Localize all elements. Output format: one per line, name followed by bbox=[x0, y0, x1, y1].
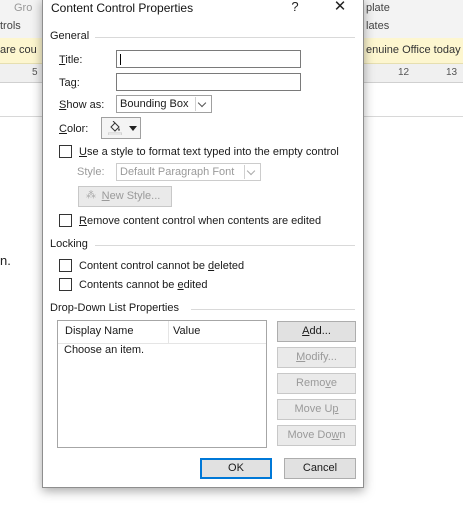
tag-input[interactable] bbox=[116, 73, 301, 91]
cannot-edit-checkbox[interactable] bbox=[59, 278, 72, 291]
style-label: Style: bbox=[77, 166, 105, 178]
use-style-label[interactable]: Use a style to format text typed into th… bbox=[79, 146, 339, 158]
move-up-accel: p bbox=[332, 403, 339, 415]
ribbon-fragment-right-top: plate bbox=[366, 2, 390, 14]
new-style-icon: ⁂ bbox=[86, 190, 96, 201]
use-style-checkbox[interactable] bbox=[59, 145, 72, 158]
cannot-delete-checkbox[interactable] bbox=[59, 259, 72, 272]
ruler-mark-left: 5 bbox=[32, 67, 38, 78]
dropdown-items-list[interactable]: Display Name Value Choose an item. bbox=[57, 320, 267, 448]
tag-label-first: Ta bbox=[59, 77, 71, 89]
chevron-down-icon bbox=[244, 165, 259, 179]
cannot-edit-label-b: dited bbox=[183, 279, 208, 291]
cannot-edit-label[interactable]: Contents cannot be edited bbox=[79, 279, 207, 291]
ruler-mark-right-a: 12 bbox=[398, 67, 410, 78]
paint-bucket-icon bbox=[108, 121, 122, 135]
locking-group-label: Locking bbox=[50, 238, 88, 250]
title-label-rest: itle: bbox=[65, 54, 83, 66]
cancel-button[interactable]: Cancel bbox=[284, 458, 356, 479]
close-button[interactable]: ✕ bbox=[328, 0, 352, 15]
dialog-titlebar[interactable]: Content Control Properties ? ✕ bbox=[43, 0, 363, 17]
move-down-a: Move Do bbox=[287, 429, 332, 441]
style-value: Default Paragraph Font bbox=[120, 166, 235, 178]
modify-accel: M bbox=[296, 351, 306, 363]
remove-when-edited-accel: R bbox=[79, 215, 87, 227]
show-as-dropdown[interactable]: Bounding Box bbox=[116, 95, 212, 113]
remove-when-edited-rest: emove content control when contents are … bbox=[86, 215, 322, 227]
move-up-a: Move U bbox=[294, 403, 333, 415]
document-text-fragment: n. bbox=[0, 253, 11, 268]
help-button[interactable]: ? bbox=[285, 0, 305, 15]
color-label: Color: bbox=[59, 123, 88, 135]
info-bar-right-text: enuine Office today bbox=[366, 44, 461, 56]
title-label: Title: bbox=[59, 54, 82, 66]
content-control-properties-dialog: Content Control Properties ? ✕ General T… bbox=[42, 0, 364, 488]
column-separator[interactable] bbox=[168, 321, 169, 343]
modify-button[interactable]: Modify... bbox=[277, 347, 356, 368]
dropdown-group-divider bbox=[191, 309, 355, 310]
style-dropdown[interactable]: Default Paragraph Font bbox=[116, 163, 261, 181]
color-label-accel: C bbox=[59, 123, 67, 135]
remove-a: Remo bbox=[296, 377, 326, 389]
new-style-label-rest: ew Style... bbox=[109, 190, 161, 202]
new-style-label-accel: N bbox=[101, 190, 110, 202]
add-button[interactable]: Add... bbox=[277, 321, 356, 342]
info-bar-left-text: are cou bbox=[0, 44, 37, 56]
column-header-display-name[interactable]: Display Name bbox=[65, 325, 133, 337]
show-as-label-rest: how as: bbox=[66, 99, 105, 111]
text-caret bbox=[120, 54, 121, 65]
use-style-label-rest: se a style to format text typed into the… bbox=[86, 146, 339, 158]
new-style-button[interactable]: ⁂ New Style... bbox=[78, 186, 172, 207]
ruler-mark-right-b: 13 bbox=[446, 67, 458, 78]
ribbon-fragment-left: trols bbox=[0, 20, 21, 32]
move-up-button[interactable]: Move Up bbox=[277, 399, 356, 420]
cannot-delete-label-a: Content control cannot be bbox=[79, 260, 209, 272]
ribbon-fragment-top: Gro bbox=[14, 2, 33, 14]
show-as-label: Show as: bbox=[59, 99, 104, 111]
remove-when-edited-label[interactable]: Remove content control when contents are… bbox=[79, 215, 321, 227]
use-style-label-accel: U bbox=[79, 146, 87, 158]
color-label-rest: olor: bbox=[66, 123, 89, 135]
title-input[interactable] bbox=[116, 50, 301, 68]
tag-label: Tag: bbox=[59, 77, 80, 89]
ribbon-fragment-right-bottom: lates bbox=[366, 20, 390, 32]
remove-button[interactable]: Remove bbox=[277, 373, 356, 394]
general-group-divider bbox=[95, 37, 355, 38]
add-rest: dd... bbox=[309, 325, 331, 337]
dialog-title: Content Control Properties bbox=[51, 1, 194, 15]
color-picker-button[interactable] bbox=[101, 117, 141, 139]
cannot-edit-label-a: Contents cannot be bbox=[79, 279, 178, 291]
dropdown-arrow-icon bbox=[129, 126, 137, 131]
locking-group-divider bbox=[95, 245, 355, 246]
list-header: Display Name Value bbox=[58, 321, 266, 344]
cannot-delete-label-b: eleted bbox=[214, 260, 245, 272]
general-group-label: General bbox=[50, 30, 90, 42]
remove-when-edited-checkbox[interactable] bbox=[59, 214, 72, 227]
move-down-b: n bbox=[339, 429, 346, 441]
chevron-down-icon bbox=[195, 97, 210, 111]
dropdown-group-label: Drop-Down List Properties bbox=[50, 302, 179, 314]
cannot-delete-label[interactable]: Content control cannot be deleted bbox=[79, 260, 244, 272]
ok-button[interactable]: OK bbox=[200, 458, 272, 479]
list-item[interactable]: Choose an item. bbox=[58, 343, 266, 359]
modify-rest: odify... bbox=[305, 351, 337, 363]
remove-b: e bbox=[330, 377, 337, 389]
move-down-button[interactable]: Move Down bbox=[277, 425, 356, 446]
column-header-value[interactable]: Value bbox=[173, 325, 200, 337]
tag-label-rest: : bbox=[76, 77, 80, 89]
list-item-display-name: Choose an item. bbox=[64, 344, 145, 356]
show-as-value: Bounding Box bbox=[120, 98, 189, 110]
